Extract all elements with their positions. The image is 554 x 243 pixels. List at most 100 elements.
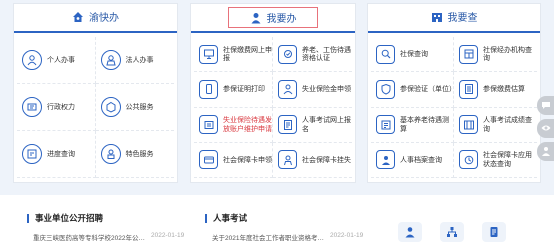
- legal-person-icon: [100, 50, 121, 70]
- panel-woyaocha: 我要查 社保查询 社保经办机构查询 参保验证（单位） 参保缴费估算 基本养老待遇…: [367, 3, 541, 183]
- service-item-office[interactable]: 社保经办机构查询: [454, 37, 537, 73]
- service-label: 社保经办机构查询: [483, 45, 532, 63]
- verify-icon: [376, 79, 395, 99]
- service-item-admin[interactable]: 行政权力: [17, 84, 96, 131]
- service-item-legal[interactable]: 法人办事: [95, 37, 174, 84]
- news-section: 事业单位公开招聘 人事考试 重庆三峡医药高等专科学校2022年公… 2022-0…: [0, 198, 554, 243]
- service-item-progress[interactable]: 进度查询: [17, 131, 96, 178]
- panel-woyaoban: 我要办 社保缴费网上申报 养老、工伤待遇资格认证 参保证明打印 失业保险金申领 …: [190, 3, 356, 183]
- person-icon: [541, 143, 551, 161]
- section-title-text: 事业单位公开招聘: [35, 214, 104, 224]
- service-grid: 社保查询 社保经办机构查询 参保验证（单位） 参保缴费估算 基本养老待遇测算 人…: [371, 37, 537, 178]
- archive-icon: [376, 150, 395, 170]
- service-item-certify[interactable]: 养老、工伤待遇资格认证: [273, 37, 352, 73]
- exam-icon: [278, 115, 297, 135]
- progress-query-icon: [22, 144, 42, 164]
- service-label: 进度查询: [47, 149, 75, 158]
- service-item-print-proof[interactable]: 参保证明打印: [194, 72, 273, 108]
- news-item[interactable]: 关于2021年度社会工作者职业资格考… 2022-01-19: [212, 232, 370, 241]
- service-label: 参保证明打印: [223, 85, 265, 94]
- office-icon: [459, 44, 478, 64]
- certify-icon: [278, 44, 297, 64]
- panel-title: 渝快办: [89, 13, 119, 24]
- service-item-account[interactable]: 失业保险待遇发放账户维护申请: [194, 107, 273, 143]
- floating-toolbar: [537, 96, 554, 161]
- special-service-icon: [100, 144, 121, 164]
- chat-bubble-icon: [541, 97, 551, 115]
- card-loss-icon: [278, 150, 297, 170]
- service-item-archive[interactable]: 人事档案查询: [371, 142, 454, 178]
- panel-divider: [14, 31, 177, 33]
- service-item-card-status[interactable]: 社会保障卡应用状态查询: [454, 143, 537, 178]
- service-label: 社保查询: [400, 49, 428, 58]
- panel-header-yukuaiban[interactable]: 渝快办: [14, 4, 177, 29]
- service-item-special[interactable]: 特色服务: [95, 131, 174, 178]
- score-icon: [459, 115, 478, 135]
- news-title: 重庆三峡医药高等专科学校2022年公…: [33, 235, 145, 241]
- service-label: 参保验证（单位）: [400, 85, 454, 94]
- service-label: 公共服务: [125, 102, 154, 111]
- news-item[interactable]: 重庆三峡医药高等专科学校2022年公… 2022-01-19: [33, 232, 201, 241]
- service-label: 法人办事: [125, 55, 154, 64]
- pension-icon: [376, 115, 395, 135]
- service-item-card-apply[interactable]: 社会保障卡申领: [194, 142, 273, 178]
- title-bar: [205, 213, 207, 223]
- view-button[interactable]: [537, 119, 554, 138]
- service-item-card-loss[interactable]: 社会保障卡挂失: [273, 143, 352, 178]
- card-status-icon: [459, 150, 478, 170]
- phone-icon: [199, 79, 218, 99]
- service-label: 参保缴费估算: [483, 85, 525, 94]
- section-title-exam[interactable]: 人事考试: [205, 212, 247, 224]
- service-item-sb-declare[interactable]: 社保缴费网上申报: [194, 37, 273, 73]
- person-shortcut-icon[interactable]: [398, 222, 422, 242]
- document-shortcut-icon[interactable]: [482, 222, 506, 242]
- panel-title: 我要办: [266, 14, 297, 25]
- service-item-sb-query[interactable]: 社保查询: [371, 37, 454, 73]
- admin-power-icon: [22, 97, 42, 117]
- title-bar: [27, 213, 29, 223]
- estimate-icon: [459, 79, 478, 99]
- service-label: 社保缴费网上申报: [223, 45, 272, 63]
- service-label: 基本养老待遇测算: [400, 116, 449, 133]
- service-item-score[interactable]: 人事考试成绩查询: [454, 108, 537, 143]
- service-label: 行政权力: [47, 102, 75, 111]
- service-grid: 社保缴费网上申报 养老、工伤待遇资格认证 参保证明打印 失业保险金申领 失业保险…: [194, 37, 352, 178]
- card-icon: [199, 150, 218, 170]
- org-chart-shortcut-icon[interactable]: [440, 222, 464, 242]
- eye-icon: [541, 120, 551, 138]
- service-item-unemployment[interactable]: 失业保险金申领: [273, 72, 352, 108]
- unemployment-icon: [278, 79, 297, 99]
- public-service-icon: [100, 97, 121, 117]
- chat-button[interactable]: [537, 96, 554, 115]
- section-title-text: 人事考试: [213, 214, 248, 224]
- panel-divider: [191, 31, 355, 33]
- service-item-personal[interactable]: 个人办事: [17, 37, 96, 84]
- service-item-exam-signup[interactable]: 人事考试网上报名: [273, 108, 352, 143]
- panel-yukuaiban: 渝快办 个人办事 法人办事 行政权力 公共服务 进度查询 特色服务: [13, 3, 178, 183]
- service-label: 失业保险金申领: [302, 85, 351, 94]
- section-title-recruitment[interactable]: 事业单位公开招聘: [27, 212, 103, 224]
- news-date: 2022-01-19: [329, 232, 364, 239]
- service-label: 人事档案查询: [400, 155, 442, 164]
- service-label: 个人办事: [47, 55, 75, 64]
- service-label: 特色服务: [125, 149, 154, 158]
- person-icon: [22, 50, 42, 70]
- service-item-estimate[interactable]: 参保缴费估算: [454, 72, 537, 108]
- service-item-pension[interactable]: 基本养老待遇测算: [371, 107, 454, 143]
- panel-title: 我要查: [447, 13, 478, 24]
- home-icon: [72, 11, 84, 23]
- service-label: 养老、工伤待遇资格认证: [302, 45, 351, 63]
- search-icon: [376, 44, 395, 64]
- service-label: 失业保险待遇发放账户维护申请: [223, 116, 272, 133]
- service-label: 社会保障卡应用状态查询: [483, 151, 532, 168]
- account-icon: [199, 115, 218, 135]
- panel-divider: [368, 31, 540, 33]
- service-item-verify[interactable]: 参保验证（单位）: [371, 72, 454, 108]
- building-icon: [431, 11, 443, 23]
- panel-header-woyaocha[interactable]: 我要查: [368, 4, 540, 29]
- service-label: 人事考试成绩查询: [483, 116, 532, 133]
- service-item-public[interactable]: 公共服务: [95, 84, 174, 131]
- panel-header-woyaoban[interactable]: 我要办: [228, 7, 318, 28]
- user-center-button[interactable]: [537, 142, 554, 161]
- news-date: 2022-01-19: [150, 232, 185, 239]
